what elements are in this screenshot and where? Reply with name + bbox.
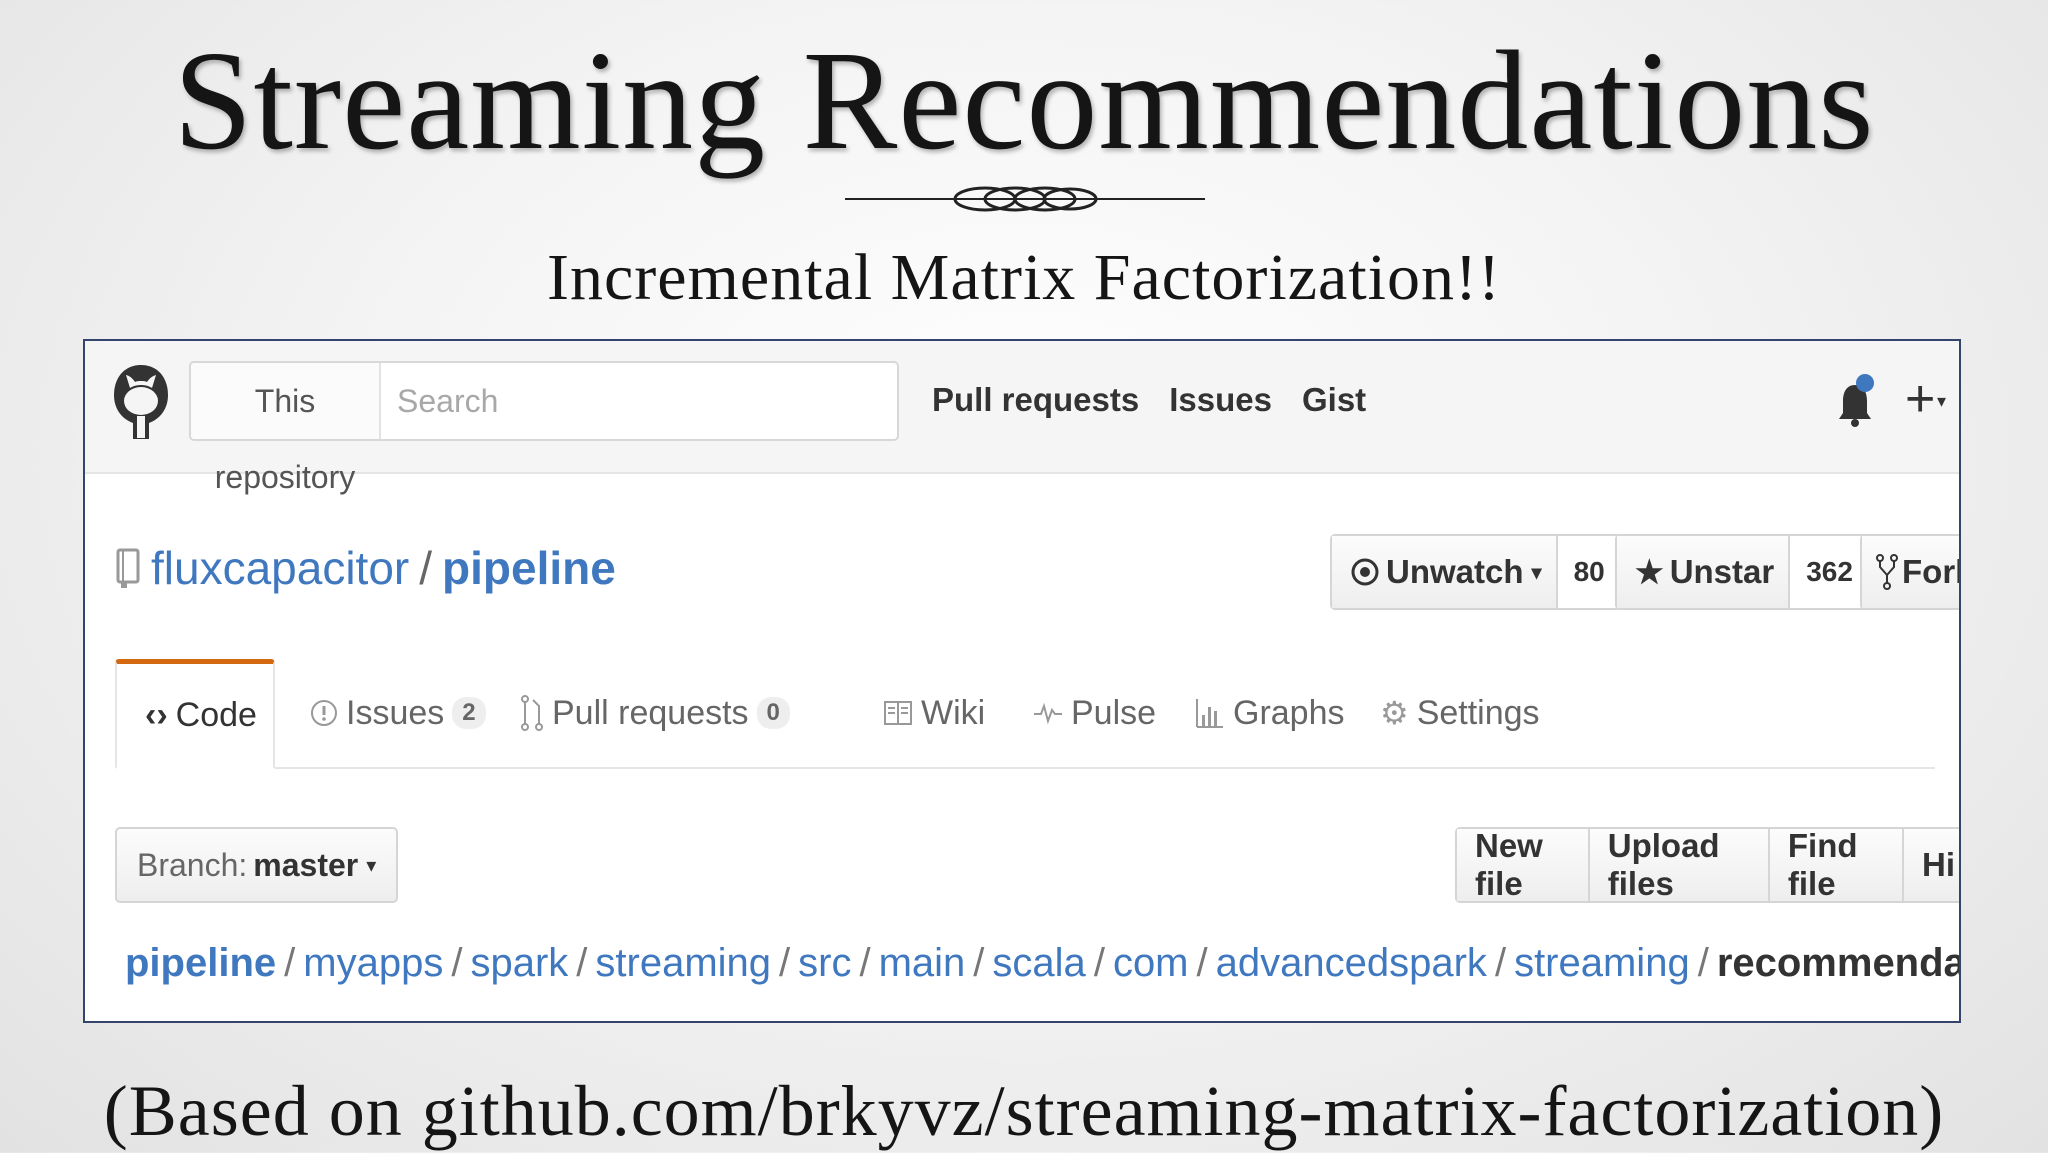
breadcrumb-scala[interactable]: scala: [992, 941, 1085, 985]
nav-gist[interactable]: Gist: [1302, 381, 1366, 419]
pulse-icon: [1034, 702, 1062, 725]
chevron-down-icon: ▾: [1937, 391, 1947, 411]
eye-icon: [1351, 558, 1379, 586]
github-screenshot: This repository Pull requests Issues Gis…: [83, 339, 1961, 1023]
issue-icon: [311, 700, 337, 726]
file-actions: New file Upload files Find file Hi: [1455, 827, 1959, 903]
branch-name: master: [253, 846, 359, 883]
graph-icon: [1196, 699, 1223, 728]
gear-icon: ⚙: [1380, 695, 1409, 731]
repo-tabs: ‹› Code Issues 2 Pull requests 0 Wiki Pu…: [115, 659, 1935, 769]
watchers-count[interactable]: 80: [1557, 536, 1621, 608]
unwatch-label: Unwatch: [1386, 553, 1524, 590]
issues-count-badge: 2: [452, 697, 486, 729]
unwatch-group: Unwatch ▾ 80: [1330, 534, 1623, 610]
tab-issues-label: Issues: [346, 693, 445, 732]
ornament-divider: [845, 186, 1205, 212]
fork-label: Fork: [1902, 553, 1959, 590]
breadcrumb-src[interactable]: src: [798, 941, 851, 985]
new-file-button[interactable]: New file: [1457, 827, 1590, 902]
breadcrumb-streaming-2[interactable]: streaming: [1514, 941, 1690, 985]
tab-wiki[interactable]: Wiki: [883, 659, 985, 767]
breadcrumb-streaming[interactable]: streaming: [595, 941, 771, 985]
tab-pulse-label: Pulse: [1071, 693, 1157, 732]
fork-group: Fork: [1860, 534, 1959, 610]
fork-button[interactable]: Fork: [1862, 536, 1959, 608]
breadcrumb-pipeline[interactable]: pipeline: [125, 941, 276, 985]
breadcrumb-spark[interactable]: spark: [470, 941, 568, 985]
tab-settings-label: Settings: [1416, 693, 1540, 732]
code-icon: ‹›: [145, 696, 168, 734]
tab-code[interactable]: ‹› Code: [115, 659, 275, 769]
repo-name-link[interactable]: pipeline: [442, 541, 616, 595]
tab-graphs-label: Graphs: [1233, 693, 1345, 732]
repo-separator: /: [419, 542, 433, 594]
chevron-down-icon: ▾: [1531, 561, 1542, 584]
star-icon: ★: [1635, 554, 1664, 590]
unwatch-button[interactable]: Unwatch ▾: [1332, 536, 1558, 608]
history-button[interactable]: Hi: [1904, 829, 1959, 901]
tab-settings[interactable]: ⚙ Settings: [1380, 659, 1540, 767]
tab-pull-requests[interactable]: Pull requests 0: [520, 659, 790, 767]
book-icon: [884, 701, 912, 725]
tab-wiki-label: Wiki: [921, 693, 986, 732]
top-nav: Pull requests Issues Gist: [932, 381, 1366, 419]
breadcrumb-myapps[interactable]: myapps: [303, 941, 443, 985]
search-input[interactable]: [383, 365, 897, 437]
breadcrumb: pipeline / myapps / spark / streaming / src / main…: [125, 941, 1961, 986]
nav-issues[interactable]: Issues: [1169, 381, 1272, 419]
chevron-down-icon: ▾: [366, 854, 377, 877]
slide-subtitle: Incremental Matrix Factorization!!: [547, 241, 1501, 314]
tab-pulls-label: Pull requests: [552, 693, 749, 732]
tab-issues[interactable]: Issues 2: [310, 659, 486, 767]
slide-title: Streaming Recommendations: [173, 21, 1875, 179]
pull-request-icon: [521, 695, 543, 731]
unstar-group: ★ Unstar 362: [1615, 534, 1871, 610]
stars-count[interactable]: 362: [1790, 536, 1869, 608]
upload-files-button[interactable]: Upload files: [1589, 827, 1770, 902]
create-new-icon[interactable]: +: [1905, 369, 1935, 429]
branch-selector[interactable]: Branch: master ▾: [115, 827, 399, 903]
github-logo-icon[interactable]: [111, 361, 171, 445]
repo-owner-link[interactable]: fluxcapacitor: [151, 541, 409, 595]
unstar-button[interactable]: ★ Unstar: [1617, 536, 1791, 608]
breadcrumb-main[interactable]: main: [879, 941, 966, 985]
breadcrumb-com[interactable]: com: [1113, 941, 1189, 985]
branch-prefix: Branch:: [137, 846, 248, 883]
tab-graphs[interactable]: Graphs: [1195, 659, 1345, 767]
tab-pulse[interactable]: Pulse: [1033, 659, 1156, 767]
pulls-count-badge: 0: [756, 697, 790, 729]
tab-code-label: Code: [175, 696, 257, 734]
unstar-label: Unstar: [1669, 553, 1775, 590]
slide-footer: (Based on github.com/brkyvz/streaming-ma…: [103, 1071, 1945, 1151]
breadcrumb-advancedspark[interactable]: advancedspark: [1216, 941, 1487, 985]
search-scope-label[interactable]: This repository: [191, 363, 381, 495]
fork-icon: [1876, 554, 1898, 590]
search-box: This repository: [189, 361, 899, 495]
repo-title: fluxcapacitor / pipeline: [115, 541, 616, 595]
repo-book-icon: [116, 548, 140, 588]
nav-pull-requests[interactable]: Pull requests: [932, 381, 1139, 419]
github-header: This repository Pull requests Issues Gis…: [85, 341, 1959, 495]
find-file-button[interactable]: Find file: [1769, 827, 1905, 902]
notification-bell-icon[interactable]: [1835, 371, 1875, 431]
breadcrumb-recommendation: recommendation: [1716, 941, 1961, 985]
